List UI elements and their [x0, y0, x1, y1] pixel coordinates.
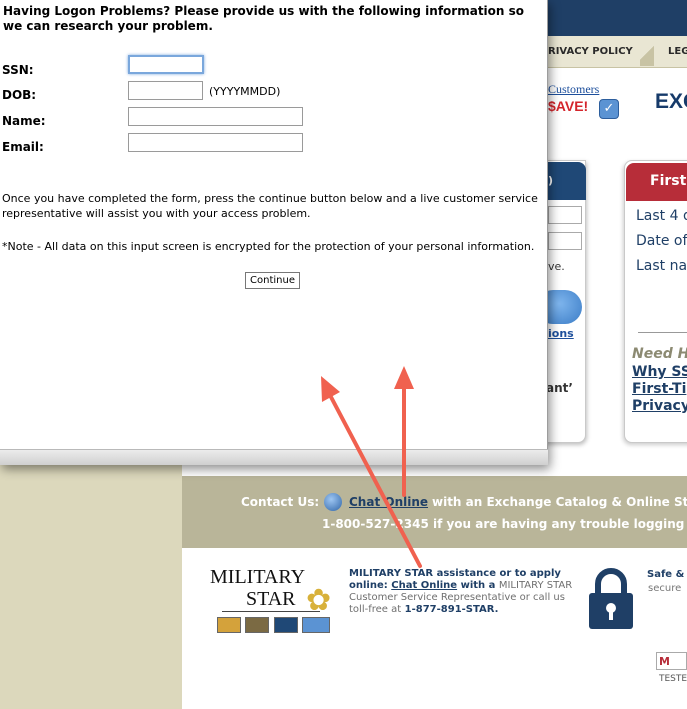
dob-label: DOB: — [2, 88, 37, 102]
email-input[interactable] — [128, 133, 303, 152]
exchange-title: EXC — [655, 90, 687, 113]
nav-privacy-policy[interactable]: RIVACY POLICY — [548, 46, 633, 57]
nav-separator — [640, 40, 654, 66]
login-panel-text: ve. — [548, 260, 565, 273]
dob-input[interactable] — [128, 81, 203, 100]
popup-heading: Having Logon Problems? Please provide us… — [3, 4, 525, 33]
military-star-chat-link[interactable]: Chat Online — [391, 580, 457, 591]
chat-online-link[interactable]: Chat Online — [349, 495, 428, 509]
need-help-heading: Need H — [632, 346, 687, 362]
military-star-logo-line1: MILITARY — [210, 566, 306, 588]
contact-band — [182, 476, 687, 548]
login-username-input[interactable] — [548, 206, 582, 224]
military-star-text-suffix: with a — [457, 580, 496, 591]
login-panel-header-text: ) — [548, 174, 554, 187]
login-panel-text-2: ant’ — [546, 381, 573, 395]
popup-bottom-edge — [0, 449, 548, 465]
safe-secure-title: Safe & — [647, 569, 685, 580]
customers-link[interactable]: Customers — [548, 82, 599, 97]
first-time-link[interactable]: First-Ti — [632, 381, 686, 397]
card-image-2 — [245, 617, 269, 633]
first-time-line-1: Last 4 d — [636, 208, 687, 224]
card-image-1 — [217, 617, 241, 633]
mcafee-tested-text: TESTE — [659, 674, 687, 684]
save-promo-text: $AVE! — [548, 98, 589, 114]
name-label: Name: — [2, 114, 46, 128]
military-star-logo-line2: STAR — [246, 588, 296, 610]
safe-secure-text: secure — [648, 583, 682, 594]
star-flower-icon: ✿ — [306, 583, 332, 618]
ssn-label: SSN: — [2, 63, 34, 77]
email-label: Email: — [2, 140, 44, 154]
form-instructions: Once you have completed the form, press … — [2, 192, 538, 220]
why-ssn-link[interactable]: Why SS — [632, 364, 687, 380]
ssn-input[interactable] — [128, 55, 204, 74]
first-time-divider — [638, 332, 687, 333]
padlock-icon — [589, 568, 633, 629]
dob-format-hint: (YYYYMMDD) — [209, 85, 281, 98]
login-panel-link[interactable]: ions — [548, 327, 574, 340]
military-star-phone: 1-877-891-STAR. — [404, 604, 499, 615]
contact-us-label: Contact Us: — [241, 495, 320, 509]
first-time-line-2: Date of — [636, 233, 687, 249]
continue-button[interactable]: Continue — [245, 272, 300, 289]
login-password-input[interactable] — [548, 232, 582, 250]
encryption-note: *Note - All data on this input screen is… — [2, 240, 535, 253]
card-image-3 — [274, 617, 298, 633]
card-image-4 — [302, 617, 330, 633]
military-star-assistance-text: MILITARY STAR assistance or to apply onl… — [349, 568, 581, 616]
chat-globe-icon[interactable] — [324, 493, 342, 511]
privacy-link[interactable]: Privacy — [632, 398, 687, 414]
name-input[interactable] — [128, 107, 303, 126]
first-time-panel-header: First — [626, 163, 687, 201]
logon-problem-popup: Having Logon Problems? Please provide us… — [0, 0, 548, 465]
contact-phone-line: 1-800-527-2345 if you are having any tro… — [322, 517, 685, 531]
first-time-line-3: Last na — [636, 258, 687, 274]
contact-description: with an Exchange Catalog & Online St — [432, 495, 687, 509]
mcafee-badge-text: M — [659, 655, 670, 668]
first-time-panel-title: First — [650, 173, 687, 189]
nav-legal[interactable]: LEG — [668, 46, 687, 57]
mcafee-badge[interactable]: M — [656, 652, 687, 670]
checkmark-icon: ✓ — [599, 99, 619, 119]
